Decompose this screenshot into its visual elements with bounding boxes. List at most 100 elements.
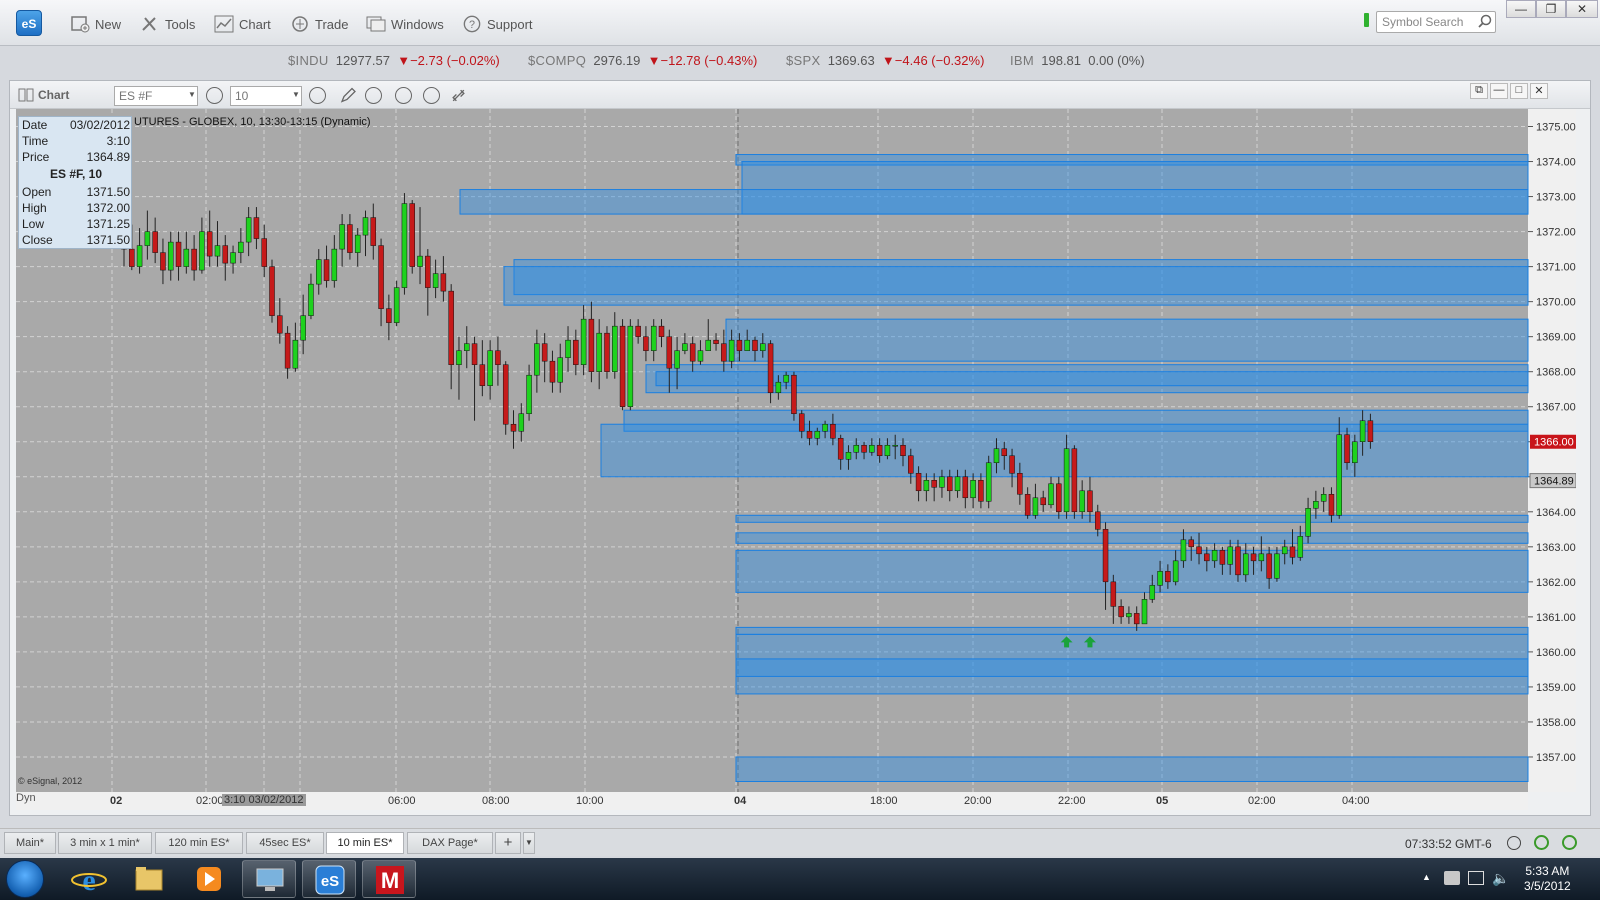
- time-tick-label: 3:10 03/02/2012: [222, 794, 306, 806]
- chart-minimize-button[interactable]: —: [1490, 83, 1508, 99]
- candle: [362, 217, 369, 236]
- info-row-high: High 1372.00: [22, 201, 130, 215]
- tools-icon: [142, 17, 156, 31]
- time-tick-label: 02:00: [196, 795, 224, 807]
- price-tick-label: 1374.00: [1536, 157, 1576, 169]
- internet-explorer-icon[interactable]: e: [62, 860, 116, 898]
- new-button[interactable]: New: [70, 13, 121, 35]
- candle: [526, 374, 532, 414]
- minimize-button[interactable]: —: [1506, 0, 1536, 18]
- ticker-spx[interactable]: $SPX 1369.63 ▼−4.46 (−0.32%): [786, 53, 984, 68]
- candle: [1227, 546, 1233, 565]
- sr-zone: [735, 549, 1529, 593]
- candle: [876, 444, 883, 457]
- antivirus-icon[interactable]: M: [362, 860, 416, 898]
- info-row-low: Low 1371.25: [22, 217, 130, 231]
- candle: [978, 480, 984, 502]
- network-icon[interactable]: [1468, 871, 1484, 885]
- candle: [1133, 613, 1140, 625]
- candle: [1281, 546, 1288, 555]
- dyn-toggle[interactable]: Dyn: [16, 792, 36, 804]
- volume-icon[interactable]: 🔈: [1492, 870, 1509, 887]
- candle: [183, 248, 190, 267]
- candle: [869, 444, 875, 453]
- tab-10min[interactable]: 10 min ES*: [326, 832, 404, 854]
- candle: [136, 245, 143, 267]
- candle: [1118, 606, 1124, 618]
- candle: [666, 336, 673, 369]
- candle: [1258, 553, 1265, 562]
- candle: [1219, 550, 1226, 565]
- candle: [417, 255, 423, 267]
- help-icon[interactable]: [1562, 835, 1577, 850]
- ticker-indu[interactable]: $INDU 12977.57 ▼−2.73 (−0.02%): [288, 53, 500, 68]
- alert-icon[interactable]: [423, 87, 440, 104]
- tools-button[interactable]: Tools: [140, 13, 195, 35]
- symbol-field[interactable]: ES #F: [114, 86, 198, 106]
- search-icon[interactable]: [1478, 14, 1492, 28]
- chevron-down-icon[interactable]: ▼: [188, 90, 196, 99]
- close-button[interactable]: ✕: [1566, 0, 1598, 18]
- candle: [1079, 490, 1085, 513]
- tab-45sec[interactable]: 45sec ES*: [246, 832, 324, 854]
- add-tab-button[interactable]: +: [495, 832, 521, 854]
- link-icon[interactable]: [450, 87, 467, 104]
- candle: [689, 343, 696, 362]
- chart-close-button[interactable]: ✕: [1530, 83, 1548, 99]
- price-chart[interactable]: 1375.00 1374.00 1373.00 1372.00 1371.00 1370.…: [16, 109, 1576, 792]
- tabs-menu-button[interactable]: ▼: [523, 832, 535, 854]
- tray-clock[interactable]: 5:33 AM 3/5/2012: [1524, 864, 1571, 894]
- candle: [409, 203, 415, 267]
- ticker-compq[interactable]: $COMPQ 2976.19 ▼−12.78 (−0.43%): [528, 53, 757, 68]
- candle: [674, 350, 680, 369]
- file-explorer-icon[interactable]: [122, 860, 176, 898]
- candle: [284, 332, 291, 369]
- chevron-down-icon[interactable]: ▼: [292, 90, 300, 99]
- esignal-logo[interactable]: eS: [16, 10, 42, 36]
- windows-button[interactable]: Windows: [366, 13, 444, 35]
- candle: [993, 448, 1000, 464]
- tab-120min[interactable]: 120 min ES*: [155, 832, 243, 854]
- tray-expand-icon[interactable]: ▲: [1422, 872, 1431, 882]
- candle: [1336, 434, 1342, 516]
- candle: [269, 266, 275, 316]
- support-button[interactable]: ? Support: [462, 13, 533, 35]
- ticker-ibm[interactable]: IBM 198.81 0.00 (0%): [1010, 53, 1145, 68]
- pencil-icon[interactable]: [340, 87, 356, 104]
- time-tick-label: 04:00: [1342, 795, 1370, 807]
- tab-dax[interactable]: DAX Page*: [407, 832, 493, 854]
- restore-button[interactable]: ❐: [1536, 0, 1566, 18]
- chart-maximize-button[interactable]: □: [1510, 83, 1528, 99]
- esignal-taskbar-icon[interactable]: eS: [302, 860, 356, 898]
- play-icon[interactable]: [395, 87, 412, 104]
- trade-button[interactable]: Trade: [290, 13, 348, 35]
- sr-zone: [725, 318, 1529, 362]
- price-tick-label: 1358.00: [1536, 717, 1576, 729]
- info-row-close: Close 1371.50: [22, 233, 130, 247]
- refresh-icon[interactable]: [365, 87, 382, 104]
- action-center-icon[interactable]: [1444, 871, 1460, 885]
- time-tick-label: 06:00: [388, 795, 416, 807]
- candle: [129, 248, 135, 267]
- tab-3min[interactable]: 3 min x 1 min*: [58, 832, 152, 854]
- trade-button-label: Trade: [315, 16, 349, 32]
- price-tick-label: 1367.00: [1536, 402, 1576, 414]
- candle: [448, 290, 454, 365]
- svg-text:M: M: [381, 868, 399, 893]
- candle: [1313, 501, 1319, 509]
- settings-icon[interactable]: [206, 87, 223, 104]
- start-button[interactable]: [6, 860, 44, 898]
- remote-desktop-icon[interactable]: [242, 860, 296, 898]
- price-tick-label: 1362.00: [1536, 577, 1576, 589]
- clock-icon[interactable]: [1507, 836, 1521, 850]
- refresh-icon[interactable]: [1534, 835, 1549, 850]
- candle: [1344, 434, 1350, 464]
- media-player-icon[interactable]: [182, 860, 236, 898]
- chart-button[interactable]: Chart: [214, 13, 271, 35]
- tools-button-label: Tools: [165, 16, 196, 32]
- chart-detach-button[interactable]: ⧉: [1470, 83, 1488, 99]
- candle: [331, 248, 338, 281]
- tab-main[interactable]: Main*: [4, 832, 56, 854]
- clock-icon[interactable]: [309, 87, 326, 104]
- layout-icon[interactable]: [18, 88, 34, 102]
